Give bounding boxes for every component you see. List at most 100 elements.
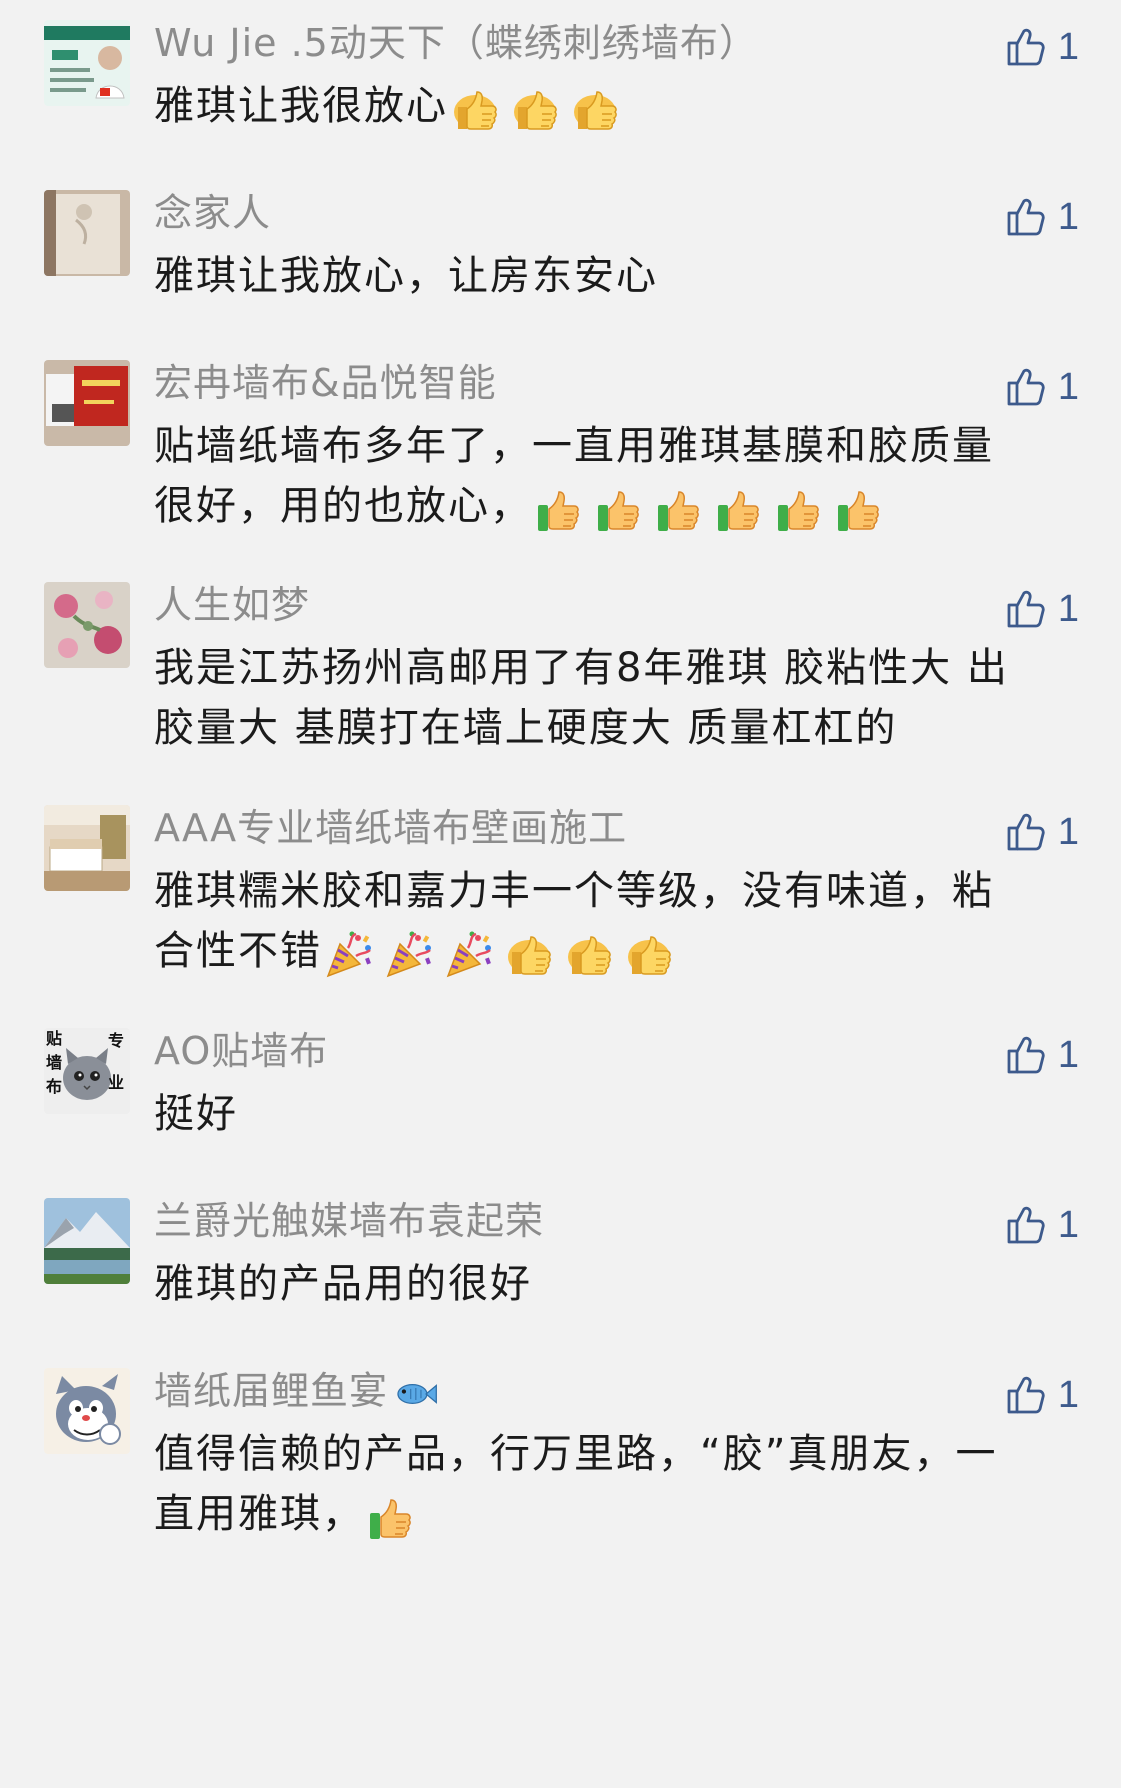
comment-line-text: 贴墙纸墙布多年了，一直用雅琪基膜和胶质量 [154,423,994,469]
thumbs-up-outline-icon [1006,366,1048,408]
commenter-name-text: AAA专业墙纸墙布壁画施工 [154,806,628,850]
comment-text: 值得信赖的产品，行万里路，“胶”真朋友，一直用雅琪， [154,1424,1084,1544]
emoji-row [532,478,892,538]
thumbs-up-outline-icon [1006,588,1048,630]
comment-line: 很好，用的也放心， [154,476,1084,536]
comment-text: 贴墙纸墙布多年了，一直用雅琪基膜和胶质量 很好，用的也放心， [154,416,1084,536]
commenter-name-text: 人生如梦 [154,583,311,627]
thumbs-up-icon [448,83,502,137]
comment-line-text: 雅琪让我很放心 [154,83,448,129]
commenter-name[interactable]: 念家人 [154,190,271,236]
like-button[interactable]: 1 [1006,194,1079,240]
party-popper-icon [382,928,436,982]
thumbs-up-icon [508,83,562,137]
thumbs-up-boxed-icon [592,483,646,537]
emoji-row [448,78,628,138]
like-count: 1 [1057,25,1079,68]
comment-line: 挺好 [154,1084,1084,1144]
fish-icon [392,1371,438,1417]
like-count: 1 [1057,1373,1079,1416]
like-count: 1 [1057,587,1079,630]
thumbs-up-icon [622,928,676,982]
avatar-label: 墙 [46,1053,63,1072]
floral-wallpaper-avatar[interactable] [44,582,130,668]
comment-text: 我是江苏扬州高邮用了有8年雅琪 胶粘性大 出胶量大 基膜打在墙上硬度大 质量杠杠… [154,638,1084,758]
comment-line-text: 合性不错 [154,928,322,974]
comment-line: 胶量大 基膜打在墙上硬度大 质量杠杠的 [154,698,1084,758]
comment-line-text: 挺好 [154,1091,238,1137]
comment-line-text: 雅琪的产品用的很好 [154,1261,532,1307]
avatar-label: 业 [108,1073,125,1092]
thumbs-up-outline-icon [1006,26,1048,68]
commenter-name[interactable]: 人生如梦 [154,582,310,628]
comment-line-text: 值得信赖的产品，行万里路，“胶”真朋友，一 [154,1431,998,1477]
comment-line: 贴墙纸墙布多年了，一直用雅琪基膜和胶质量 [154,416,1084,476]
like-count: 1 [1057,810,1079,853]
commenter-name-text: 念家人 [154,191,272,235]
commenter-name[interactable]: 墙纸届鲤鱼宴 [154,1368,444,1414]
commenter-name[interactable]: AO贴墙布 [154,1028,328,1074]
comment-text: 雅琪让我放心，让房东安心 [154,246,1084,306]
avatar-label: 布 [46,1077,63,1096]
like-button[interactable]: 1 [1006,809,1079,855]
wallpaper-photo-avatar[interactable] [44,190,130,276]
commenter-name[interactable]: 宏冉墙布&品悦智能 [154,360,497,406]
cartoon-cat-avatar[interactable] [44,1368,130,1454]
comment-line: 我是江苏扬州高邮用了有8年雅琪 胶粘性大 出 [154,638,1084,698]
commenter-name[interactable]: 兰爵光触媒墙布袁起荣 [154,1198,544,1244]
thumbs-up-outline-icon [1006,1204,1048,1246]
commenter-name[interactable]: AAA专业墙纸墙布壁画施工 [154,805,627,851]
thumbs-up-icon [562,928,616,982]
comment-line-text: 胶量大 基膜打在墙上硬度大 质量杠杠的 [154,705,898,751]
comment-text: 雅琪的产品用的很好 [154,1254,1084,1314]
red-card-avatar[interactable] [44,360,130,446]
like-count: 1 [1057,1033,1079,1076]
comment-line: 合性不错 [154,921,1084,981]
thumbs-up-boxed-icon [712,483,766,537]
thumbs-up-boxed-icon [532,483,586,537]
commenter-name-text: Wu Jie .5动天下（蝶绣刺绣墙布） [154,21,758,65]
comment-line: 直用雅琪， [154,1484,1084,1544]
avatar-label: 专 [108,1031,125,1050]
comment-line: 值得信赖的产品，行万里路，“胶”真朋友，一 [154,1424,1084,1484]
comment-line-text: 我是江苏扬州高邮用了有8年雅琪 胶粘性大 出 [154,645,1009,691]
commenter-name-text: 墙纸届鲤鱼宴 [154,1369,389,1413]
bedroom-photo-avatar[interactable] [44,805,130,891]
like-button[interactable]: 1 [1006,1032,1079,1078]
thumbs-up-boxed-icon [772,483,826,537]
commenter-name-text: 兰爵光触媒墙布袁起荣 [154,1199,545,1243]
like-button[interactable]: 1 [1006,1202,1079,1248]
like-button[interactable]: 1 [1006,364,1079,410]
comment-list: Wu Jie .5动天下（蝶绣刺绣墙布） 雅琪让我很放心 1 念家人雅琪让我放心，让房… [0,0,1121,1788]
like-button[interactable]: 1 [1006,586,1079,632]
party-popper-icon [322,928,376,982]
comment-line-text: 雅琪糯米胶和嘉力丰一个等级，没有味道，粘 [154,868,994,914]
party-popper-icon [442,928,496,982]
comment-line-text: 雅琪让我放心，让房东安心 [154,253,658,299]
thumbs-up-outline-icon [1006,811,1048,853]
like-count: 1 [1057,195,1079,238]
like-button[interactable]: 1 [1006,24,1079,70]
thumbs-up-outline-icon [1006,196,1048,238]
mountain-lake-avatar[interactable] [44,1198,130,1284]
thumbs-up-boxed-icon [364,1491,418,1545]
emoji-row [364,1486,424,1546]
commenter-name-text: 宏冉墙布&品悦智能 [154,361,497,405]
business-card-avatar[interactable] [44,20,130,106]
comment-text: 雅琪糯米胶和嘉力丰一个等级，没有味道，粘 合性不错 [154,861,1084,981]
commenter-name[interactable]: Wu Jie .5动天下（蝶绣刺绣墙布） [154,20,758,66]
commenter-name-text: AO贴墙布 [154,1029,329,1073]
thumbs-up-boxed-icon [652,483,706,537]
comment-text: 挺好 [154,1084,1084,1144]
thumbs-up-boxed-icon [832,483,886,537]
comment-line-text: 很好，用的也放心， [154,483,532,529]
comment-line: 雅琪让我很放心 [154,76,1084,136]
like-button[interactable]: 1 [1006,1372,1079,1418]
avatar-label: 贴 [46,1029,63,1048]
cat-avatar[interactable]: 贴墙布 专业 [44,1028,130,1114]
like-count: 1 [1057,1203,1079,1246]
thumbs-up-icon [502,928,556,982]
comment-line: 雅琪让我放心，让房东安心 [154,246,1084,306]
comment-text: 雅琪让我很放心 [154,76,1084,136]
thumbs-up-icon [568,83,622,137]
